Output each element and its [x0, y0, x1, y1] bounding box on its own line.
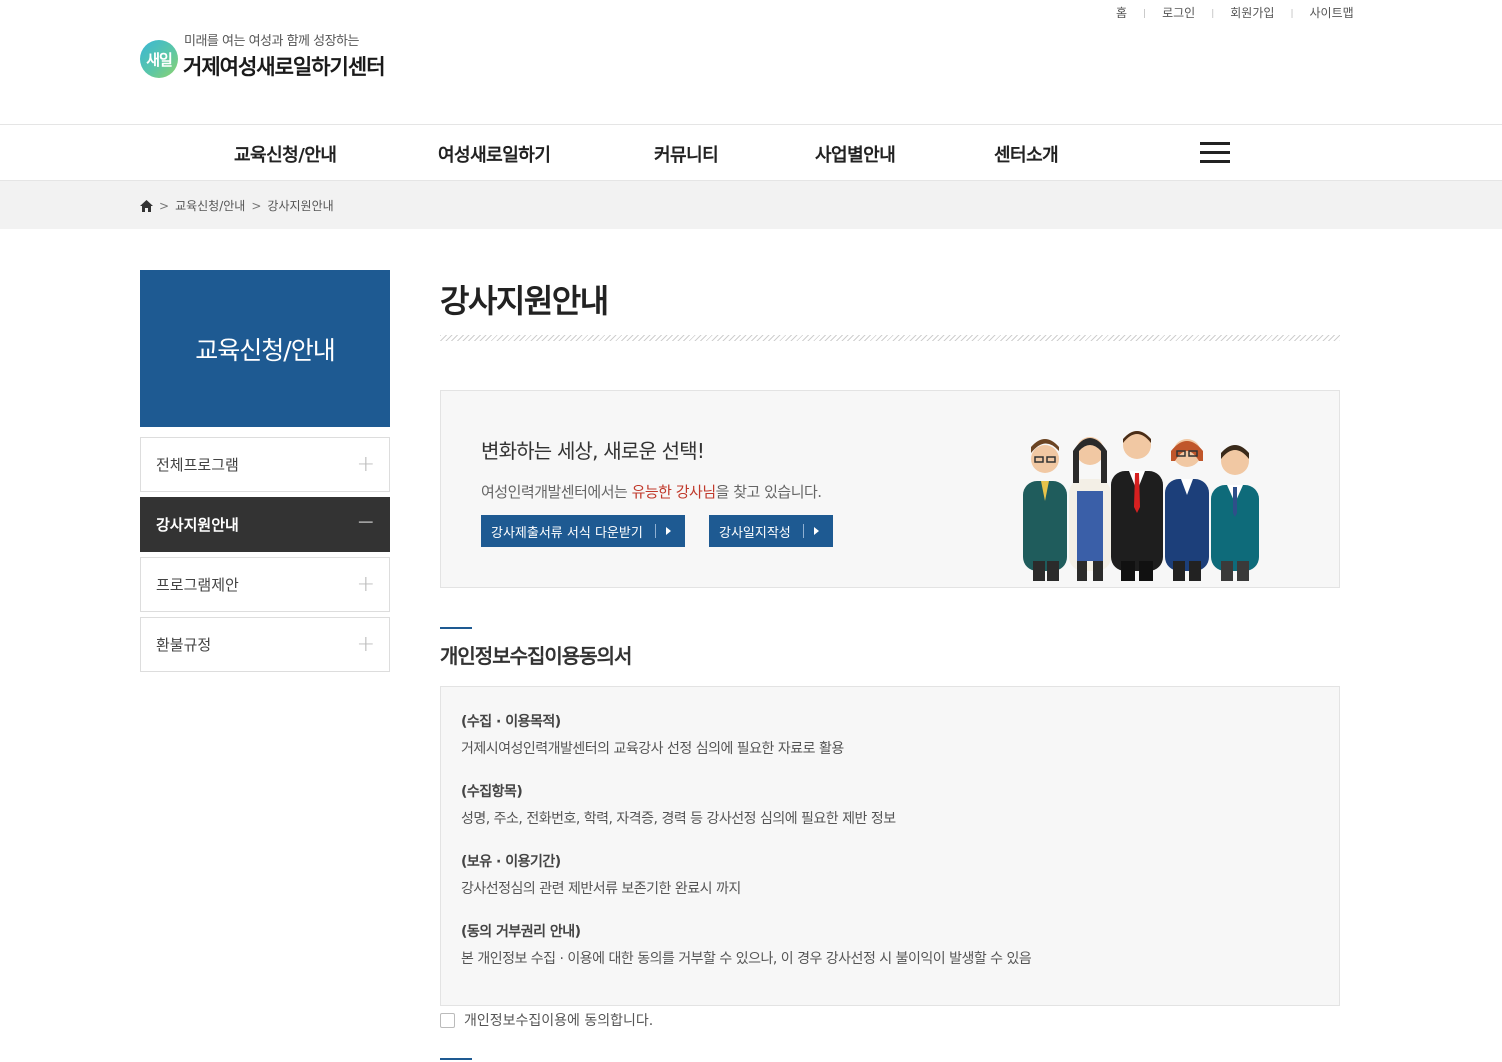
- agreement-item: (수집항목) 성명, 주소, 전화번호, 학력, 자격증, 경력 등 강사선정 …: [461, 781, 896, 828]
- consent-label: 개인정보수집이용에 동의합니다.: [464, 1013, 654, 1029]
- nav-item-business[interactable]: 사업별안내: [815, 141, 896, 167]
- side-item-instructor[interactable]: 강사지원안내 −: [140, 497, 390, 552]
- divider: |: [1211, 8, 1215, 19]
- plus-icon: +: [356, 452, 375, 477]
- agreement-heading: (수집 · 이용목적): [461, 714, 561, 730]
- promo-text: 을 찾고 있습니다.: [715, 483, 822, 501]
- util-sitemap-link[interactable]: 사이트맵: [1309, 4, 1353, 21]
- plus-icon: +: [356, 632, 375, 657]
- agreement-item: (수집 · 이용목적) 거제시여성인력개발센터의 교육강사 선정 심의에 필요한…: [461, 711, 844, 758]
- site-logo[interactable]: 새일 미래를 여는 여성과 함께 성장하는 거제여성새로일하기센터: [140, 30, 386, 81]
- section-accent: [440, 627, 472, 629]
- side-item-all-programs[interactable]: 전체프로그램 +: [140, 437, 390, 492]
- section-title: 개인정보수집이용동의서: [440, 644, 632, 668]
- nav-item-about[interactable]: 센터소개: [994, 141, 1059, 167]
- divider: [440, 335, 1340, 341]
- agreement-text: 본 개인정보 수집 · 이용에 대한 동의를 거부할 수 있으나, 이 경우 강…: [461, 951, 1032, 967]
- logo-title: 거제여성새로일하기센터: [183, 55, 386, 79]
- consent-checkbox[interactable]: [440, 1012, 455, 1028]
- nav-item-community[interactable]: 커뮤니티: [654, 141, 719, 167]
- side-nav-title: 교육신청/안내: [140, 270, 390, 427]
- util-login-link[interactable]: 로그인: [1162, 4, 1195, 21]
- logo-text: 미래를 여는 여성과 함께 성장하는 거제여성새로일하기센터: [183, 30, 386, 81]
- promo-banner: 변화하는 세상, 새로운 선택! 여성인력개발센터에서는 유능한 강사님을 찾고…: [440, 390, 1340, 588]
- logo-mark: 새일: [140, 40, 178, 78]
- agreement-text: 거제시여성인력개발센터의 교육강사 선정 심의에 필요한 자료로 활용: [461, 741, 844, 757]
- consent-checkbox-row[interactable]: 개인정보수집이용에 동의합니다.: [440, 1010, 653, 1030]
- section-accent: [440, 1058, 472, 1060]
- promo-text: 여성인력개발센터에서는: [481, 483, 632, 501]
- nav-item-edu[interactable]: 교육신청/안내: [234, 141, 337, 167]
- agreement-text: 성명, 주소, 전화번호, 학력, 자격증, 경력 등 강사선정 심의에 필요한…: [461, 811, 896, 827]
- side-item-label: 강사지원안내: [156, 516, 239, 534]
- side-item-refund[interactable]: 환불규정 +: [140, 617, 390, 672]
- download-forms-button[interactable]: 강사제출서류 서식 다운받기: [481, 515, 685, 547]
- utility-nav: 홈 | 로그인 | 회원가입 | 사이트맵: [1100, 4, 1354, 21]
- side-item-label: 프로그램제안: [156, 576, 239, 594]
- divider: |: [1290, 8, 1294, 19]
- page-title: 강사지원안내: [440, 282, 609, 320]
- side-item-label: 환불규정: [156, 636, 212, 654]
- home-icon[interactable]: [140, 199, 153, 212]
- hamburger-menu-icon[interactable]: [1200, 142, 1230, 164]
- breadcrumb-item[interactable]: 교육신청/안내: [175, 197, 245, 214]
- write-log-button[interactable]: 강사일지작성: [709, 515, 833, 547]
- breadcrumb-current: 강사지원안내: [267, 199, 334, 213]
- main-nav: 교육신청/안내 여성새로일하기 커뮤니티 사업별안내 센터소개: [0, 124, 1502, 181]
- minus-icon: −: [356, 510, 375, 535]
- logo-subtitle: 미래를 여는 여성과 함께 성장하는: [184, 34, 359, 49]
- people-illustration: [1023, 431, 1259, 581]
- util-join-link[interactable]: 회원가입: [1230, 4, 1274, 21]
- breadcrumb-bar: > 교육신청/안내 > 강사지원안내: [0, 181, 1502, 229]
- plus-icon: +: [356, 572, 375, 597]
- agreement-heading: (수집항목): [461, 784, 523, 800]
- agreement-box: (수집 · 이용목적) 거제시여성인력개발센터의 교육강사 선정 심의에 필요한…: [440, 686, 1340, 1006]
- agreement-text: 강사선정심의 관련 제반서류 보존기한 완료시 까지: [461, 881, 741, 897]
- agreement-item: (보유 · 이용기간) 강사선정심의 관련 제반서류 보존기한 완료시 까지: [461, 851, 741, 898]
- promo-headline: 변화하는 세상, 새로운 선택!: [481, 439, 705, 463]
- breadcrumb: > 교육신청/안내 > 강사지원안내: [140, 197, 334, 214]
- side-item-proposal[interactable]: 프로그램제안 +: [140, 557, 390, 612]
- chevron-right-icon: >: [251, 198, 262, 213]
- agreement-heading: (동의 거부권리 안내): [461, 924, 581, 940]
- button-label: 강사일지작성: [719, 525, 791, 541]
- chevron-right-icon: >: [159, 198, 170, 213]
- side-item-label: 전체프로그램: [156, 456, 239, 474]
- play-arrow-icon: [665, 527, 671, 535]
- button-label: 강사제출서류 서식 다운받기: [491, 525, 643, 541]
- play-arrow-icon: [813, 527, 819, 535]
- promo-description: 여성인력개발센터에서는 유능한 강사님을 찾고 있습니다.: [481, 481, 822, 502]
- nav-item-women-work[interactable]: 여성새로일하기: [438, 141, 551, 167]
- agreement-heading: (보유 · 이용기간): [461, 854, 561, 870]
- util-home-link[interactable]: 홈: [1116, 4, 1127, 21]
- divider: |: [1143, 8, 1147, 19]
- agreement-item: (동의 거부권리 안내) 본 개인정보 수집 · 이용에 대한 동의를 거부할 …: [461, 921, 1032, 968]
- promo-highlight: 유능한 강사님: [631, 483, 717, 501]
